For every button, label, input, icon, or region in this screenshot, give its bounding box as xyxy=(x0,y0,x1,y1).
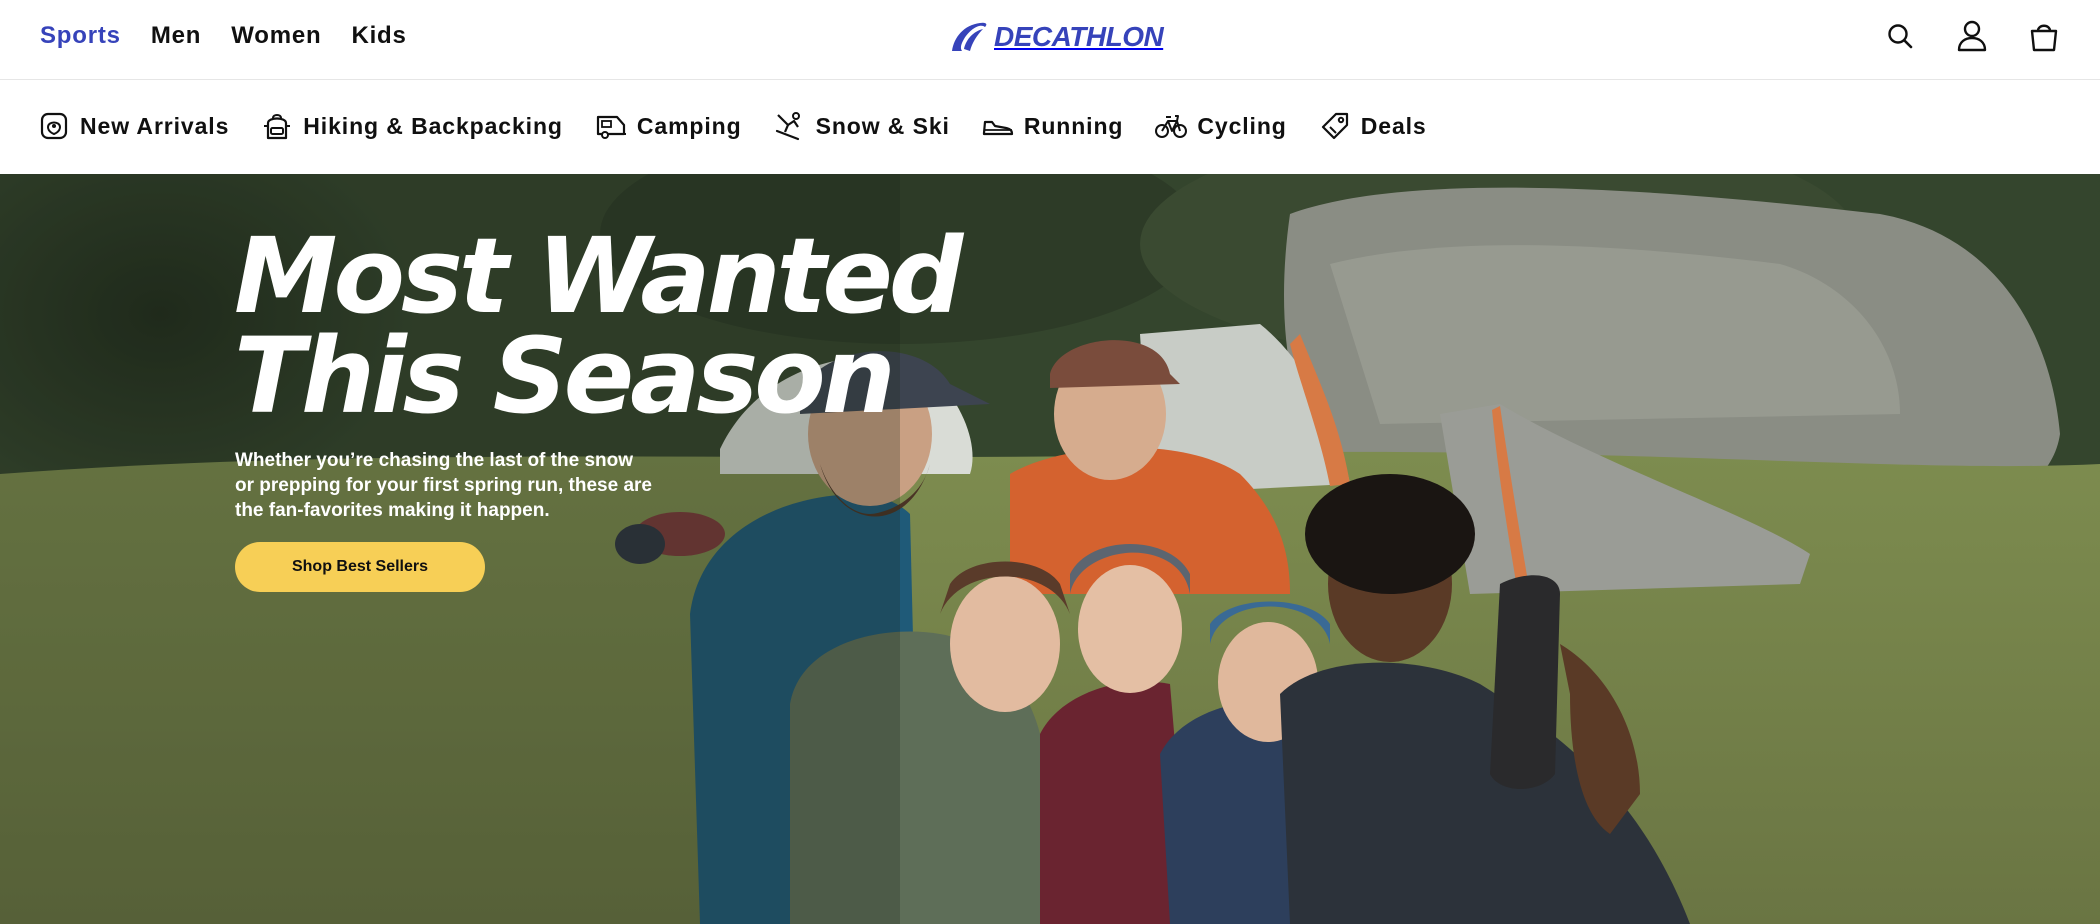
category-snow-ski[interactable]: Snow & Ski xyxy=(774,108,950,144)
logo-mark-icon xyxy=(952,22,987,51)
top-header: Sports Men Women Kids DECATHLON xyxy=(0,0,2100,80)
price-tag-icon xyxy=(1319,110,1351,142)
new-arrivals-icon xyxy=(38,110,70,142)
bicycle-icon xyxy=(1155,110,1188,142)
shop-best-sellers-button[interactable]: Shop Best Sellers xyxy=(235,542,485,592)
nav-sports[interactable]: Sports xyxy=(40,20,121,52)
category-hiking-backpacking[interactable]: Hiking & Backpacking xyxy=(261,108,563,144)
search-icon[interactable] xyxy=(1882,18,1918,54)
hero-title: Most Wanted This Season xyxy=(234,215,963,437)
camper-icon xyxy=(595,110,627,142)
category-deals[interactable]: Deals xyxy=(1319,108,1427,144)
hero-subtitle: Whether you’re chasing the last of the s… xyxy=(235,450,652,521)
skier-icon xyxy=(774,110,806,142)
header-actions xyxy=(1882,18,2062,54)
nav-men[interactable]: Men xyxy=(151,20,201,52)
category-running[interactable]: Running xyxy=(982,108,1124,144)
hero-title-line-1: Most Wanted xyxy=(234,215,963,337)
nav-women[interactable]: Women xyxy=(231,20,321,52)
category-cycling[interactable]: Cycling xyxy=(1155,108,1286,144)
logo-text: DECATHLON xyxy=(994,21,1164,52)
category-camping[interactable]: Camping xyxy=(595,108,742,144)
category-bar: New Arrivals Hiking & Backpacking Campin… xyxy=(0,80,2100,174)
decathlon-logo[interactable]: DECATHLON xyxy=(950,20,1164,54)
running-shoe-icon xyxy=(982,110,1014,142)
cart-icon[interactable] xyxy=(2026,18,2062,54)
account-icon[interactable] xyxy=(1954,18,1990,54)
category-new-arrivals[interactable]: New Arrivals xyxy=(38,108,229,144)
nav-kids[interactable]: Kids xyxy=(351,20,406,52)
backpack-icon xyxy=(261,110,293,142)
hero-title-line-2: This Season xyxy=(234,315,896,437)
hero-banner: Most Wanted This Season Whether you’re c… xyxy=(0,174,2100,924)
main-nav: Sports Men Women Kids xyxy=(40,20,407,52)
